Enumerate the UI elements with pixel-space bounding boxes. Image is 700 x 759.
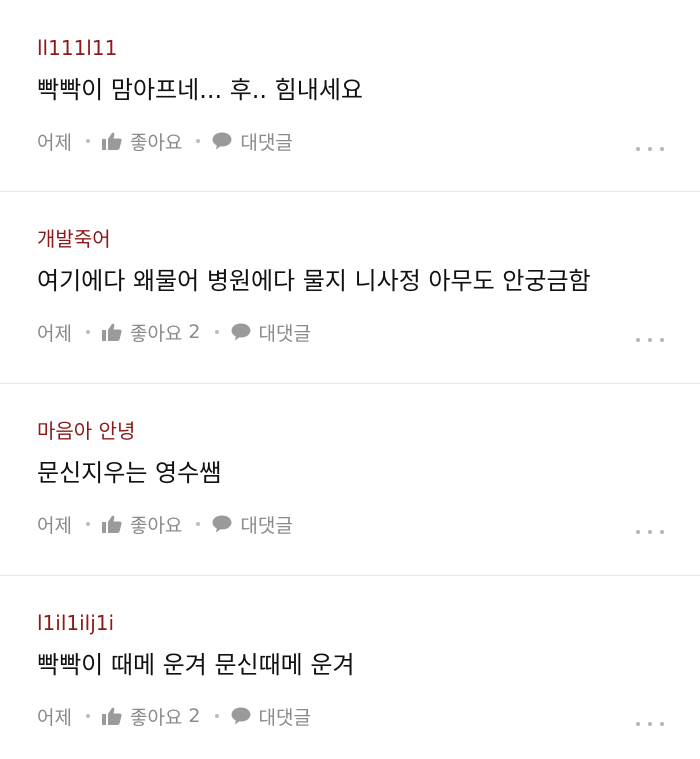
speech-bubble-icon bbox=[231, 323, 251, 341]
like-button[interactable]: 좋아요 2 bbox=[101, 703, 201, 730]
like-label: 좋아요 bbox=[129, 514, 183, 537]
reply-button[interactable]: 대댓글 bbox=[231, 703, 311, 730]
separator-dot bbox=[214, 330, 219, 334]
comment-list: ll111l11 빡빡이 맘아프네... 후.. 힘내세요 어제 좋아요 대댓글 bbox=[0, 0, 700, 759]
more-dots-icon bbox=[636, 338, 640, 342]
reply-label: 대댓글 bbox=[258, 706, 311, 729]
more-options-button[interactable] bbox=[636, 528, 664, 536]
separator-dot bbox=[85, 714, 90, 718]
more-dots-icon bbox=[636, 530, 640, 534]
comment-author[interactable]: 개발죽어 bbox=[37, 227, 111, 251]
like-button[interactable]: 좋아요 2 bbox=[101, 319, 201, 346]
thumbs-up-icon bbox=[101, 707, 122, 725]
separator-dot bbox=[196, 139, 201, 143]
comment-meta: 어제 좋아요 대댓글 bbox=[37, 511, 293, 537]
like-label: 좋아요 bbox=[129, 322, 183, 345]
more-dots-icon bbox=[636, 147, 640, 151]
speech-bubble-icon bbox=[212, 515, 232, 533]
speech-bubble-icon bbox=[231, 707, 251, 725]
comment-text: 빡빡이 맘아프네... 후.. 힘내세요 bbox=[37, 76, 363, 104]
comment-meta: 어제 좋아요 대댓글 bbox=[37, 128, 293, 154]
comment-author[interactable]: ll111l11 bbox=[37, 36, 117, 60]
comment-item: 마음아 안녕 문신지우는 영수쌤 어제 좋아요 대댓글 bbox=[0, 384, 700, 575]
reply-button[interactable]: 대댓글 bbox=[212, 128, 293, 155]
reply-label: 대댓글 bbox=[258, 322, 311, 345]
like-label: 좋아요 bbox=[129, 131, 183, 154]
like-count: 2 bbox=[188, 705, 201, 727]
comment-author[interactable]: l1il1ilj1i bbox=[37, 611, 114, 635]
separator-dot bbox=[85, 522, 90, 526]
more-options-button[interactable] bbox=[636, 336, 664, 344]
like-count: 2 bbox=[188, 321, 201, 343]
speech-bubble-icon bbox=[212, 132, 232, 150]
comment-text: 여기에다 왜물어 병원에다 물지 니사정 아무도 안궁금함 bbox=[37, 267, 591, 295]
comment-time: 어제 bbox=[37, 322, 72, 345]
separator-dot bbox=[85, 330, 90, 334]
separator-dot bbox=[85, 139, 90, 143]
like-label: 좋아요 bbox=[129, 706, 183, 729]
like-button[interactable]: 좋아요 bbox=[101, 511, 183, 538]
thumbs-up-icon bbox=[101, 323, 122, 341]
reply-label: 대댓글 bbox=[240, 514, 293, 537]
more-options-button[interactable] bbox=[636, 145, 664, 153]
more-options-button[interactable] bbox=[636, 720, 664, 728]
comment-time: 어제 bbox=[37, 514, 72, 537]
comment-time: 어제 bbox=[37, 131, 72, 154]
like-button[interactable]: 좋아요 bbox=[101, 128, 183, 155]
thumbs-up-icon bbox=[101, 515, 122, 533]
comment-meta: 어제 좋아요 2 대댓글 bbox=[37, 319, 311, 345]
reply-button[interactable]: 대댓글 bbox=[231, 319, 311, 346]
comment-item: ll111l11 빡빡이 맘아프네... 후.. 힘내세요 어제 좋아요 대댓글 bbox=[0, 0, 700, 191]
comment-item: l1il1ilj1i 빡빡이 때메 운겨 문신때메 운겨 어제 좋아요 2 대댓… bbox=[0, 576, 700, 759]
comment-text: 문신지우는 영수쌤 bbox=[37, 459, 222, 487]
more-dots-icon bbox=[636, 722, 640, 726]
separator-dot bbox=[196, 522, 201, 526]
comment-text: 빡빡이 때메 운겨 문신때메 운겨 bbox=[37, 651, 355, 679]
comment-author[interactable]: 마음아 안녕 bbox=[37, 419, 135, 443]
comment-meta: 어제 좋아요 2 대댓글 bbox=[37, 703, 311, 729]
reply-label: 대댓글 bbox=[240, 131, 293, 154]
comment-item: 개발죽어 여기에다 왜물어 병원에다 물지 니사정 아무도 안궁금함 어제 좋아… bbox=[0, 192, 700, 383]
thumbs-up-icon bbox=[101, 132, 122, 150]
comment-time: 어제 bbox=[37, 706, 72, 729]
separator-dot bbox=[214, 714, 219, 718]
reply-button[interactable]: 대댓글 bbox=[212, 511, 293, 538]
